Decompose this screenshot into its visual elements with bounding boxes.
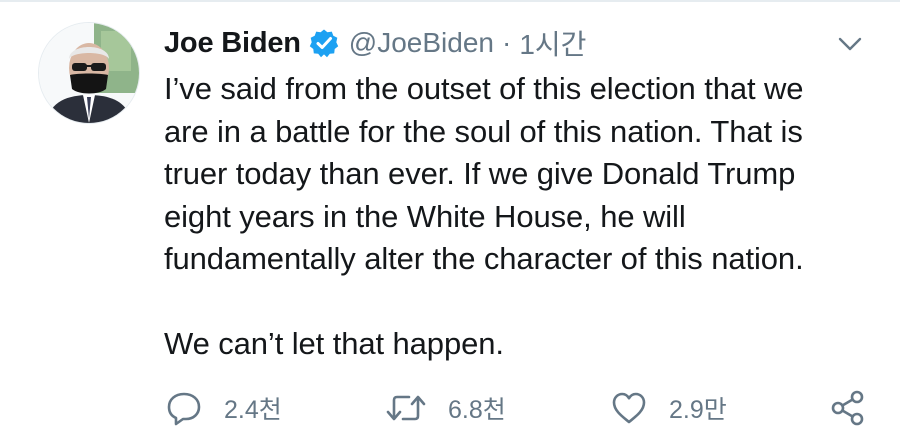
profile-photo bbox=[39, 23, 139, 123]
heart-icon bbox=[612, 392, 646, 424]
retweet-count: 6.8천 bbox=[448, 396, 506, 424]
retweet-button[interactable]: 6.8천 bbox=[384, 386, 506, 430]
tweet-header: Joe Biden @JoeBiden · 1시간 bbox=[164, 22, 586, 64]
tweet-card[interactable]: Joe Biden @JoeBiden · 1시간 I’ve said from… bbox=[0, 0, 900, 446]
tweet-text-line: We can’t let that happen. bbox=[164, 326, 504, 361]
user-handle[interactable]: @JoeBiden bbox=[349, 27, 494, 59]
tweet-text-line: fundamentally alter the character of thi… bbox=[164, 241, 804, 276]
tweet-text-line: eight years in the White House, he will bbox=[164, 198, 686, 234]
tweet-actions: 2.4천 6.8천 2.9만 bbox=[164, 386, 874, 430]
like-count: 2.9만 bbox=[669, 396, 727, 424]
display-name[interactable]: Joe Biden bbox=[164, 27, 301, 60]
timestamp[interactable]: 1시간 bbox=[519, 23, 586, 63]
verified-badge-icon bbox=[309, 28, 339, 58]
retweet-icon bbox=[386, 395, 426, 421]
tweet-text-line: truer today than ever. If we give Donald… bbox=[164, 156, 796, 191]
reply-icon bbox=[167, 392, 201, 426]
tweet-text-line: I’ve said from the outset of this electi… bbox=[164, 71, 804, 106]
reply-count: 2.4천 bbox=[224, 396, 282, 424]
share-button[interactable] bbox=[828, 386, 868, 430]
share-icon bbox=[831, 390, 864, 426]
tweet-text-line: are in a battle for the soul of this nat… bbox=[164, 113, 803, 149]
reply-button[interactable]: 2.4천 bbox=[164, 386, 282, 430]
like-button[interactable]: 2.9만 bbox=[609, 386, 727, 430]
chevron-down-icon bbox=[838, 37, 862, 51]
tweet-menu-button[interactable] bbox=[836, 30, 864, 58]
avatar[interactable] bbox=[38, 22, 140, 124]
tweet-text: I’ve said from the outset of this electi… bbox=[164, 68, 874, 366]
separator-dot: · bbox=[501, 27, 512, 58]
